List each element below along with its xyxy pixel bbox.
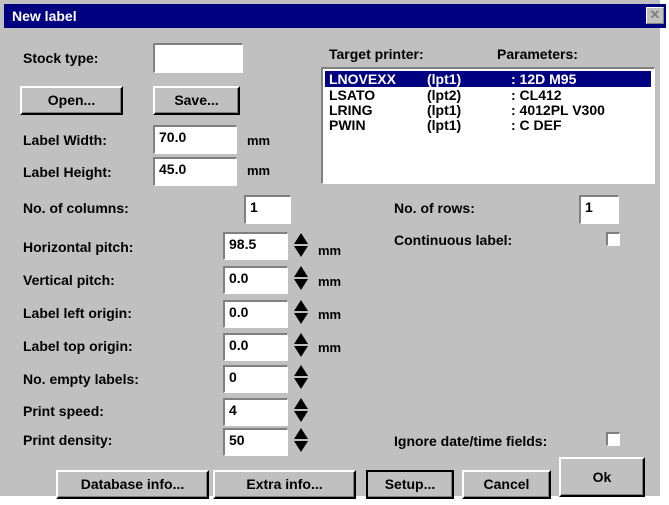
top-origin-field[interactable]: 0.0 [223,333,288,361]
columns-label: No. of columns: [23,200,129,216]
printer-port: (lpt1) [427,102,462,118]
print-density-spinner[interactable] [294,428,308,452]
horizontal-pitch-spinner[interactable] [294,233,308,257]
vertical-pitch-field[interactable]: 0.0 [223,266,288,294]
printer-name: LSATO [329,87,376,103]
label-height-label: Label Height: [23,164,112,180]
stock-type-field[interactable] [153,43,243,73]
top-origin-label: Label top origin: [23,338,133,354]
printer-list[interactable]: LNOVEXX (lpt1) : 12D M95 LSATO (lpt2) : … [321,67,655,184]
horizontal-pitch-unit: mm [318,243,342,258]
printer-row-lnovexx[interactable]: LNOVEXX (lpt1) : 12D M95 [325,71,651,87]
print-speed-label: Print speed: [23,403,104,419]
vertical-pitch-label: Vertical pitch: [23,272,115,288]
new-label-dialog: New label ✕ Stock type: Open... Save... … [0,0,666,499]
setup-button[interactable]: Setup... [366,470,454,499]
horizontal-pitch-field[interactable]: 98.5 [223,232,288,260]
title-bar: New label ✕ [4,4,666,28]
label-width-unit: mm [247,133,271,148]
printer-name: LRING [329,102,373,118]
open-button[interactable]: Open... [20,86,123,115]
rows-field[interactable]: 1 [579,195,619,224]
label-width-field[interactable]: 70.0 [153,125,237,154]
stock-type-label: Stock type: [23,50,99,66]
print-speed-field[interactable]: 4 [223,398,288,426]
print-density-label: Print density: [23,432,113,448]
ok-button[interactable]: Ok [559,457,645,497]
window-title: New label [12,8,77,24]
columns-field[interactable]: 1 [244,195,291,224]
left-origin-label: Label left origin: [23,305,132,321]
left-origin-unit: mm [318,307,342,322]
printer-row-lsato[interactable]: LSATO (lpt2) : CL412 [325,87,651,103]
print-speed-spinner[interactable] [294,398,308,422]
printer-port: (lpt2) [427,87,462,103]
left-origin-field[interactable]: 0.0 [223,300,288,328]
print-density-field[interactable]: 50 [223,428,288,456]
printer-params: : C DEF [511,117,562,133]
label-height-field[interactable]: 45.0 [153,157,237,186]
close-icon[interactable]: ✕ [646,7,664,24]
top-origin-unit: mm [318,340,342,355]
database-info-button[interactable]: Database info... [56,470,209,499]
empty-labels-spinner[interactable] [294,365,308,389]
horizontal-pitch-label: Horizontal pitch: [23,239,134,255]
printer-params: : CL412 [511,87,562,103]
label-width-label: Label Width: [23,132,107,148]
printer-port: (lpt1) [427,117,462,133]
ignore-date-label: Ignore date/time fields: [394,433,548,449]
printer-row-lring[interactable]: LRING (lpt1) : 4012PL V300 [325,102,651,118]
printer-name: PWIN [329,117,366,133]
ignore-date-checkbox[interactable] [606,432,620,446]
vertical-pitch-unit: mm [318,274,342,289]
parameters-header: Parameters: [497,46,578,62]
rows-label: No. of rows: [394,200,475,216]
vertical-pitch-spinner[interactable] [294,266,308,290]
printer-row-pwin[interactable]: PWIN (lpt1) : C DEF [325,117,651,133]
continuous-label-checkbox[interactable] [606,232,620,246]
cancel-button[interactable]: Cancel [462,470,551,499]
printer-port: (lpt1) [427,71,462,87]
top-origin-spinner[interactable] [294,333,308,357]
continuous-label: Continuous label: [394,232,513,248]
empty-labels-field[interactable]: 0 [223,365,288,393]
empty-labels-label: No. empty labels: [23,371,139,387]
extra-info-button[interactable]: Extra info... [213,470,356,499]
target-printer-header: Target printer: [329,46,424,62]
printer-params: : 4012PL V300 [511,102,605,118]
save-button[interactable]: Save... [153,86,240,115]
left-origin-spinner[interactable] [294,300,308,324]
printer-params: : 12D M95 [511,71,577,87]
printer-name: LNOVEXX [329,71,396,87]
label-height-unit: mm [247,163,271,178]
